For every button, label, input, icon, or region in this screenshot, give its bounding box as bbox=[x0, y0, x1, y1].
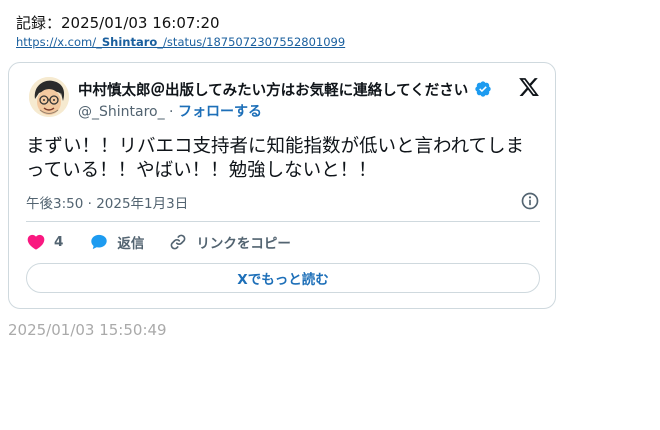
author-handle[interactable]: @_Shintaro_ bbox=[78, 104, 165, 120]
author-handle-row: @_Shintaro_ · フォローする bbox=[78, 101, 262, 121]
tweet-actions: 4 返信 リンクをコピー bbox=[26, 230, 291, 254]
source-url-suffix: /status/1875072307552801099 bbox=[163, 35, 346, 49]
like-count: 4 bbox=[54, 234, 64, 250]
verified-badge-icon bbox=[475, 81, 491, 97]
reply-bubble-icon bbox=[91, 234, 108, 250]
tweet-text: まずい！！リバエコ支持者に知能指数が低いと言われてしまっている！！やばい！！勉強… bbox=[26, 136, 525, 181]
divider bbox=[26, 221, 540, 222]
tweet-date: 2025年1月3日 bbox=[96, 196, 189, 212]
read-more-on-x-button[interactable]: Xでもっと読む bbox=[26, 263, 540, 293]
embedded-tweet-card: 中村慎太郎＠出版してみたい方はお気軽に連絡してください @_Shintaro_ … bbox=[8, 62, 556, 309]
source-url-link[interactable]: https://x.com/_Shintaro_/status/18750723… bbox=[16, 35, 345, 49]
link-icon bbox=[171, 234, 186, 250]
tweet-timestamp[interactable]: 午後3:50 · 2025年1月3日 bbox=[26, 192, 188, 212]
copy-link-label: リンクをコピー bbox=[196, 236, 291, 252]
like-button[interactable]: 4 bbox=[26, 232, 63, 252]
source-url-user: _Shintaro_ bbox=[96, 35, 164, 49]
tweet-time: 午後3:50 bbox=[26, 196, 84, 212]
avatar[interactable] bbox=[29, 77, 69, 117]
author-display-name[interactable]: 中村慎太郎＠出版してみたい方はお気軽に連絡してください bbox=[78, 79, 468, 100]
info-icon[interactable] bbox=[520, 191, 540, 211]
heart-icon bbox=[27, 234, 45, 250]
source-url-prefix: https://x.com/ bbox=[16, 35, 97, 49]
reply-button[interactable]: 返信 bbox=[89, 232, 144, 252]
x-logo-icon[interactable] bbox=[518, 76, 540, 98]
reply-label: 返信 bbox=[117, 236, 145, 252]
avatar-illustration bbox=[29, 77, 69, 117]
copy-link-button[interactable]: リンクをコピー bbox=[168, 232, 291, 252]
author-name-row: 中村慎太郎＠出版してみたい方はお気軽に連絡してください bbox=[78, 78, 518, 100]
record-timestamp: 記録：2025/01/03 16:07:20 bbox=[16, 14, 220, 32]
meta-separator: · bbox=[83, 196, 97, 212]
handle-separator: · bbox=[164, 104, 178, 120]
footer-timestamp: 2025/01/03 15:50:49 bbox=[8, 321, 167, 339]
follow-button[interactable]: フォローする bbox=[178, 104, 262, 120]
